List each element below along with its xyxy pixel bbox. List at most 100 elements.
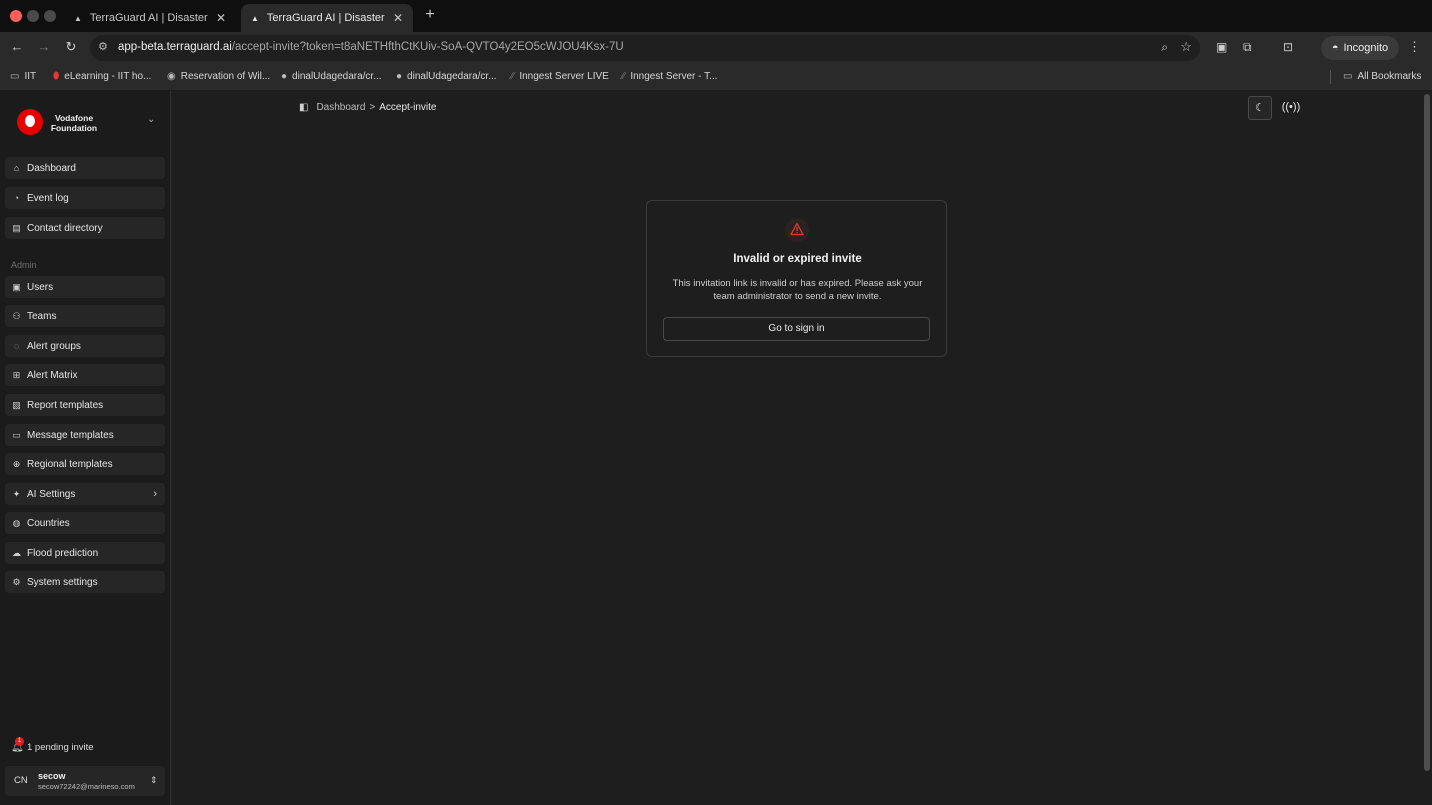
tab-search-icon[interactable]: ⊡ (1283, 40, 1293, 54)
sidebar-item-label: AI Settings (27, 488, 76, 500)
sidebar-item-dashboard[interactable]: ⌂ Dashboard (5, 157, 165, 179)
breadcrumb-dashboard-link[interactable]: Dashboard (316, 102, 365, 113)
maximize-window-button[interactable] (44, 10, 56, 22)
bookmark-label: dinalUdagedara/cr... (407, 71, 497, 82)
home-icon: ⌂ (13, 163, 20, 173)
sidebar-item-report-templates[interactable]: ▧ Report templates (5, 394, 165, 416)
sidebar-item-alert-groups[interactable]: ◌ Alert groups (5, 335, 165, 357)
back-arrow-icon[interactable]: ← (9, 39, 25, 54)
forward-arrow-icon[interactable]: → (36, 39, 52, 54)
broadcast-icon: ((•)) (1281, 101, 1301, 113)
admin-section-label: Admin (11, 260, 37, 270)
warning-triangle-icon (790, 222, 804, 236)
sidebar-item-ai-settings[interactable]: ✦ AI Settings › (5, 483, 165, 505)
pending-invite-label: 1 pending invite (27, 742, 94, 753)
address-bar[interactable]: ⚙ app-beta.terraguard.ai/accept-invite?t… (90, 35, 1200, 61)
sidebar-item-regional-templates[interactable]: ⊕ Regional templates (5, 453, 165, 475)
inngest-icon: ∕∕ (622, 71, 626, 82)
bookmark-label: dinalUdagedara/cr... (292, 71, 382, 82)
bookmark-item[interactable]: ● dinalUdagedara/cr... (396, 71, 497, 82)
sidebar-item-label: Teams (27, 310, 57, 322)
sidebar-item-label: Alert groups (27, 340, 81, 352)
sidebar-item-alert-matrix[interactable]: ⊞ Alert Matrix (5, 364, 165, 386)
moon-icon: ☾ (1255, 102, 1265, 114)
sidebar-item-system-settings[interactable]: ⚙ System settings (5, 571, 165, 593)
bookmark-item[interactable]: ⬮ eLearning - IIT ho... (53, 71, 151, 82)
reload-icon[interactable]: ↻ (63, 39, 79, 55)
breadcrumb: ◧ Dashboard > Accept-invite (299, 102, 436, 113)
breadcrumb-separator: > (369, 102, 376, 113)
tab-title: TerraGuard AI | Disaster Risk (89, 12, 210, 24)
bookmark-label: Reservation of Wil... (180, 71, 271, 82)
bookmark-star-icon[interactable]: ☆ (1180, 39, 1192, 55)
sidebar-item-teams[interactable]: ⚇ Teams (5, 305, 165, 327)
sidebar-item-event-log[interactable]: ◔ Event log (5, 187, 165, 209)
report-icon: ▧ (12, 399, 21, 410)
extensions-puzzle-icon[interactable]: ⧉ (1243, 40, 1252, 55)
site-settings-icon[interactable]: ⚙ (98, 40, 108, 53)
close-tab-icon[interactable]: ✕ (393, 11, 403, 25)
scrollbar[interactable] (1422, 91, 1432, 805)
all-bookmarks[interactable]: ▭ All Bookmarks (1343, 71, 1421, 82)
sidebar-item-label: Dashboard (27, 162, 76, 174)
sidebar-item-users[interactable]: ▣ Users (5, 276, 165, 298)
bookmark-label: Inngest Server LIVE (519, 71, 609, 82)
scrollbar-thumb[interactable] (1424, 94, 1430, 771)
all-bookmarks-label: All Bookmarks (1357, 71, 1422, 82)
bookmark-item[interactable]: ∕∕ Inngest Server - T... (622, 71, 717, 82)
folder-icon: ▭ (10, 71, 20, 82)
bookmark-item[interactable]: ◉ Reservation of Wil... (167, 71, 270, 82)
bookmarks-bar: ▭ IIT ⬮ eLearning - IIT ho... ◉ Reservation… (0, 64, 1432, 91)
extension-s-icon[interactable]: ▣ (1216, 40, 1227, 54)
zoom-icon[interactable]: ⌕ (1161, 40, 1168, 55)
close-window-button[interactable] (10, 10, 22, 22)
incognito-badge[interactable]: ◓ Incognito (1321, 36, 1399, 60)
sidebar-item-label: Users (27, 281, 54, 293)
user-name: secow (38, 771, 66, 781)
browser-tab-active[interactable]: ▲ TerraGuard AI | Disaster Risk ✕ (241, 4, 413, 32)
sidebar-item-contact-directory[interactable]: ▤ Contact directory (5, 217, 165, 239)
user-menu[interactable]: CN secow secow72242@marineso.com ⇕ (5, 766, 165, 796)
team-icon: ⚇ (12, 310, 21, 321)
bookmark-item[interactable]: ● dinalUdagedara/cr... (281, 71, 382, 82)
user-email: secow72242@marineso.com (38, 782, 135, 791)
incognito-label: Incognito (1343, 42, 1389, 54)
browser-tab[interactable]: ▲ TerraGuard AI | Disaster Risk ✕ (64, 4, 236, 32)
github-icon: ● (396, 71, 403, 82)
browser-tab-strip: ▲ TerraGuard AI | Disaster Risk ✕ ▲ Terr… (0, 0, 1432, 32)
theme-toggle-button[interactable]: ☾ (1248, 96, 1272, 120)
countries-icon: ◍ (12, 517, 21, 528)
address-url[interactable]: app-beta.terraguard.ai/accept-invite?tok… (118, 41, 624, 53)
event-log-icon: ◔ (13, 193, 20, 203)
new-tab-button[interactable]: + (422, 6, 438, 24)
org-name: Vodafone Foundation (50, 113, 98, 133)
bookmark-item[interactable]: ▭ IIT (10, 71, 36, 82)
warning-badge (785, 218, 809, 242)
shield-icon: ⬮ (53, 71, 60, 82)
sidebar-item-label: Event log (27, 192, 69, 204)
sidebar-item-message-templates[interactable]: ▭ Message templates (5, 424, 165, 446)
minimize-window-button[interactable] (27, 10, 39, 22)
broadcast-button[interactable]: ((•)) (1279, 96, 1303, 120)
sidebar-item-label: System settings (27, 576, 98, 588)
alert-group-icon: ◌ (13, 341, 20, 351)
bookmark-item[interactable]: ∕∕ Inngest Server LIVE (511, 71, 609, 82)
sidebar-item-flood-prediction[interactable]: ☁ Flood prediction (5, 542, 165, 564)
go-to-sign-in-button[interactable]: Go to sign in (663, 317, 930, 341)
browser-menu-icon[interactable]: ⋮ (1408, 39, 1421, 55)
terraguard-favicon-icon: ▲ (74, 13, 82, 23)
sidebar-item-label: Contact directory (27, 222, 103, 234)
org-switcher[interactable]: Vodafone Foundation ⌄ (17, 109, 167, 135)
sidebar-item-label: Regional templates (27, 458, 113, 470)
close-tab-icon[interactable]: ✕ (216, 11, 226, 25)
cloud-icon: ☁ (12, 547, 21, 558)
folder-icon: ▭ (1343, 71, 1353, 82)
contact-book-icon: ▤ (12, 222, 21, 233)
incognito-icon: ◓ (1331, 42, 1339, 54)
sidebar-item-countries[interactable]: ◍ Countries (5, 512, 165, 534)
invite-error-message: This invitation link is invalid or has e… (672, 278, 923, 302)
globe-icon: ⊕ (12, 458, 21, 469)
sidebar-toggle-icon[interactable]: ◧ (299, 102, 308, 113)
pending-invites[interactable]: 🔔︎ 1 1 pending invite (11, 737, 94, 753)
bookmarks-divider (1330, 70, 1331, 84)
